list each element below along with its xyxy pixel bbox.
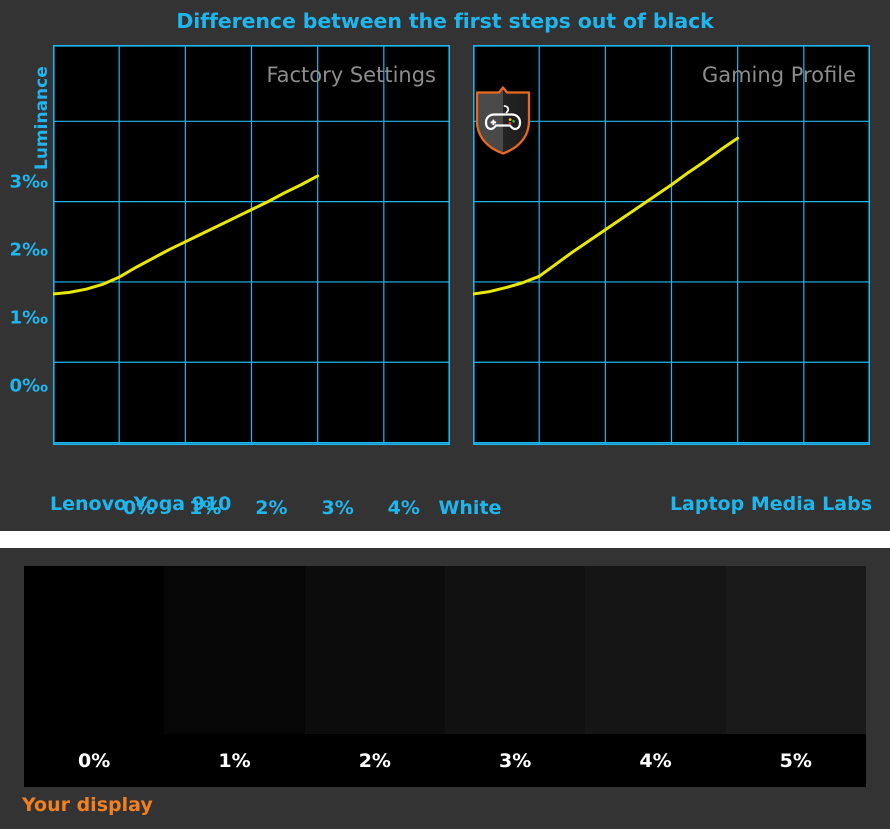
page-title: Difference between the first steps out o… <box>176 9 714 33</box>
footer-device-name: Lenovo Yoga 910 <box>50 493 232 515</box>
plot-svg-factory-settings <box>53 45 450 445</box>
swatch-label-2: 2% <box>358 749 391 772</box>
swatch-label-3: 3% <box>499 749 532 772</box>
x-tick-4: 4% <box>387 497 420 519</box>
y-tick-0: 0‰ <box>9 375 48 397</box>
your-display-panel: 0% 1% 2% 3% 4% 5% Your display <box>0 548 890 829</box>
x-tick-2: 2% <box>255 497 288 519</box>
plot-area-gaming-profile: Gaming Profile <box>473 45 870 445</box>
y-tick-2: 2‰ <box>9 239 48 261</box>
your-display-caption: Your display <box>22 794 153 816</box>
y-tick-1: 1‰ <box>9 307 48 329</box>
swatch-4 <box>585 566 726 734</box>
swatch-0 <box>24 566 165 734</box>
y-tick-3: 3‰ <box>9 171 48 193</box>
chart-gaming-profile: Gaming Profile <box>473 45 870 445</box>
swatch-label-0: 0% <box>78 749 111 772</box>
plot-label-gaming-profile: Gaming Profile <box>701 63 856 87</box>
gridlines-factory-settings <box>53 45 450 445</box>
screenshot-root: Difference between the first steps out o… <box>0 0 890 829</box>
gradient-swatch-strip <box>24 566 866 734</box>
gamepad-shield-icon <box>475 86 531 155</box>
footer-lab-name: Laptop Media Labs <box>669 493 872 515</box>
plot-label-factory-settings: Factory Settings <box>266 63 436 87</box>
chart-factory-settings: Factory Settings 0% 1% 2% 3% 4% White <box>53 45 501 519</box>
swatch-1 <box>164 566 305 734</box>
x-tick-3: 3% <box>321 497 354 519</box>
swatch-label-band: 0% 1% 2% 3% 4% 5% <box>24 734 866 787</box>
swatch-label-5: 5% <box>779 749 812 772</box>
y-axis-ticks: 3‰ 2‰ 1‰ 0‰ <box>0 45 48 445</box>
swatch-5 <box>725 566 866 734</box>
swatch-label-4: 4% <box>639 749 672 772</box>
plot-area-factory-settings: Factory Settings <box>53 45 450 445</box>
swatch-3 <box>444 566 586 734</box>
x-tick-white: White <box>438 497 502 519</box>
charts-panel: Difference between the first steps out o… <box>0 0 890 531</box>
swatch-2 <box>304 566 445 734</box>
swatch-label-1: 1% <box>218 749 251 772</box>
